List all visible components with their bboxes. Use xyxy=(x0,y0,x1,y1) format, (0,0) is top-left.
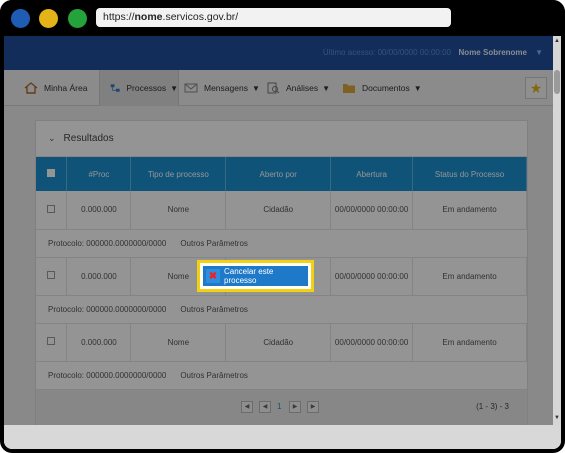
window-minimize-dot[interactable] xyxy=(39,9,58,28)
scroll-up-icon[interactable]: ▲ xyxy=(554,38,560,46)
page: Último acesso: 00/00/0000 00:00:00 Nome … xyxy=(4,36,553,426)
browser-chrome: https://nome.servicos.gov.br/ xyxy=(0,0,565,36)
browser-window: https://nome.servicos.gov.br/ Último ace… xyxy=(0,0,565,453)
address-bar[interactable]: https://nome.servicos.gov.br/ xyxy=(96,8,451,27)
scrollbar-thumb[interactable] xyxy=(554,70,560,94)
browser-viewport: Último acesso: 00/00/0000 00:00:00 Nome … xyxy=(4,36,561,449)
url-prefix: https:// xyxy=(103,11,135,23)
url-domain-bold: nome xyxy=(134,11,163,23)
highlighted-action: ✖ Cancelar este processo xyxy=(197,260,314,292)
cancel-process-label: Cancelar este processo xyxy=(224,267,274,285)
window-maximize-dot[interactable] xyxy=(68,9,87,28)
browser-status-bar xyxy=(4,425,561,449)
cancel-x-icon: ✖ xyxy=(206,269,220,283)
scroll-down-icon[interactable]: ▼ xyxy=(554,415,560,423)
url-rest: .servicos.gov.br/ xyxy=(162,11,239,23)
window-close-dot[interactable] xyxy=(11,9,30,28)
cancel-process-button[interactable]: ✖ Cancelar este processo xyxy=(203,266,308,286)
vertical-scrollbar[interactable]: ▲ ▼ xyxy=(553,36,561,425)
dim-overlay xyxy=(4,36,553,425)
